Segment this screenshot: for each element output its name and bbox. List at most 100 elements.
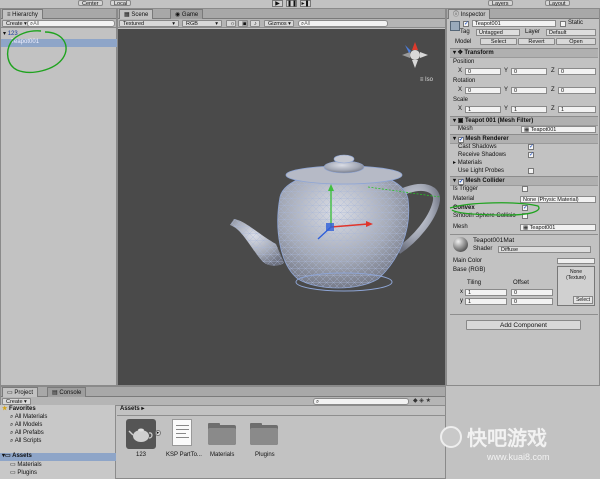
mesh-filter-icon: ▣ bbox=[457, 118, 466, 124]
game-icon: ◉ bbox=[175, 12, 182, 18]
render-mode-dropdown[interactable]: Textured ▾ bbox=[119, 20, 179, 27]
layout-dropdown[interactable]: Layout bbox=[545, 0, 570, 7]
offset-x-field[interactable]: 0 bbox=[511, 289, 553, 296]
mesh-renderer-header[interactable]: ▾ ✓ Mesh Renderer bbox=[450, 134, 598, 144]
tab-console[interactable]: ▤ Console bbox=[47, 387, 87, 397]
material-preview-sphere bbox=[453, 237, 468, 252]
receive-shadows-checkbox[interactable]: ✓ bbox=[528, 152, 534, 158]
scale-z-field[interactable]: 1 bbox=[558, 106, 596, 113]
position-label: Position bbox=[453, 59, 475, 65]
tiling-y-field[interactable]: 1 bbox=[465, 298, 507, 305]
asset-doc-ksp[interactable] bbox=[172, 419, 192, 446]
is-trigger-checkbox[interactable] bbox=[522, 186, 528, 192]
tab-inspector[interactable]: ⓘ Inspector bbox=[448, 9, 491, 19]
offset-y-field[interactable]: 0 bbox=[511, 298, 553, 305]
position-x-label: X bbox=[458, 68, 463, 74]
model-revert-button[interactable]: Revert bbox=[518, 38, 555, 45]
scene-search-input[interactable]: ⌕All bbox=[298, 20, 388, 27]
view-projection-label[interactable]: ≡ Iso bbox=[420, 77, 433, 84]
annotation-circle bbox=[6, 30, 67, 74]
scale-y-field[interactable]: 1 bbox=[511, 106, 547, 113]
asset-expand-button[interactable]: ▸ bbox=[155, 430, 161, 436]
tiling-x-field[interactable]: 1 bbox=[465, 289, 507, 296]
add-component-button[interactable]: Add Component bbox=[466, 320, 581, 330]
filter-icons[interactable]: ◆ ◈ ★ bbox=[413, 398, 431, 405]
layers-dropdown[interactable]: Layers bbox=[488, 0, 513, 7]
project-create-button[interactable]: Create ▾ bbox=[2, 398, 31, 405]
gameobject-active-checkbox[interactable]: ✓ bbox=[463, 21, 469, 27]
play-button[interactable]: ▶ bbox=[272, 0, 283, 7]
rotation-label: Rotation bbox=[453, 78, 476, 84]
pivot-local-button[interactable]: Local bbox=[110, 0, 132, 7]
tree-item-materials[interactable]: ▭ Materials bbox=[10, 462, 42, 469]
static-checkbox[interactable] bbox=[560, 21, 566, 27]
hierarchy-search-input[interactable]: ⌕All bbox=[27, 20, 115, 27]
cast-shadows-checkbox[interactable]: ✓ bbox=[528, 144, 534, 150]
object-name-field[interactable]: Teapot001 bbox=[472, 20, 556, 27]
play-icon: ▶ bbox=[275, 1, 280, 7]
position-x-field[interactable]: 0 bbox=[465, 68, 501, 75]
audio-toggle[interactable]: ♪ bbox=[250, 20, 260, 27]
tree-item-plugins[interactable]: ▭ Plugins bbox=[10, 470, 37, 477]
gizmos-dropdown[interactable]: Gizmos ▾ bbox=[264, 20, 294, 27]
project-search-input[interactable]: ⌕ bbox=[313, 398, 409, 405]
favorite-all-models[interactable]: ⌕ All Models bbox=[10, 422, 42, 429]
mesh-collider-enabled-checkbox[interactable]: ✓ bbox=[457, 179, 464, 185]
position-y-field[interactable]: 0 bbox=[511, 68, 547, 75]
model-select-button[interactable]: Select bbox=[480, 38, 517, 45]
favorites-header[interactable]: ★ Favorites bbox=[2, 406, 36, 413]
mesh-filter-header[interactable]: ▾ ▣ Teapot 001 (Mesh Filter) bbox=[450, 116, 598, 126]
favorite-all-prefabs[interactable]: ⌕ All Prefabs bbox=[10, 430, 44, 437]
position-z-field[interactable]: 0 bbox=[558, 68, 596, 75]
pause-button[interactable]: ❚❚ bbox=[286, 0, 297, 7]
mesh-renderer-enabled-checkbox[interactable]: ✓ bbox=[457, 137, 464, 143]
offset-header: Offset bbox=[513, 280, 529, 286]
add-component-divider bbox=[450, 314, 598, 315]
lighting-toggle[interactable]: ☼ bbox=[226, 20, 236, 27]
mesh-filter-mesh-field[interactable]: ▦ Teapot001 bbox=[521, 126, 596, 133]
collider-mesh-field[interactable]: ▦ Teapot001 bbox=[520, 224, 596, 231]
rotation-y-field[interactable]: 0 bbox=[511, 87, 547, 94]
favorite-all-materials[interactable]: ⌕ All Materials bbox=[10, 414, 47, 421]
tree-item-assets[interactable]: ▾▭ Assets bbox=[0, 453, 116, 461]
asset-model-123[interactable] bbox=[126, 419, 156, 449]
color-mode-dropdown[interactable]: RGB ▾ bbox=[182, 20, 222, 27]
tab-scene[interactable]: ▦ Scene bbox=[119, 9, 154, 19]
shader-dropdown[interactable]: Diffuse bbox=[498, 246, 591, 253]
asset-label-ksp: KSP PartTo... bbox=[166, 452, 202, 458]
mesh-collider-header[interactable]: ▾ ✓ Mesh Collider bbox=[450, 176, 598, 186]
scale-label: Scale bbox=[453, 97, 469, 103]
rotation-x-field[interactable]: 0 bbox=[465, 87, 501, 94]
layer-dropdown[interactable]: Default bbox=[546, 29, 596, 36]
pivot-center-button[interactable]: Center bbox=[78, 0, 103, 7]
materials-foldout[interactable]: ▸ Materials bbox=[453, 160, 482, 167]
step-button[interactable]: ▸❚ bbox=[300, 0, 311, 7]
asset-folder-plugins[interactable] bbox=[250, 423, 278, 445]
pause-icon: ❚❚ bbox=[287, 1, 298, 7]
tab-project[interactable]: ▭ Project bbox=[2, 387, 39, 397]
main-color-swatch[interactable] bbox=[557, 258, 595, 264]
material-settings-icon[interactable] bbox=[590, 233, 594, 237]
base-rgb-label: Base (RGB) bbox=[453, 267, 486, 273]
tab-hierarchy[interactable]: ≡ Hierarchy bbox=[2, 9, 43, 19]
texture-select-button[interactable]: Select bbox=[573, 296, 593, 304]
mesh-icon: ▦ bbox=[524, 127, 531, 133]
tag-dropdown[interactable]: Untagged bbox=[476, 29, 520, 36]
texture-slot[interactable]: None (Texture) Select bbox=[557, 266, 595, 306]
model-open-button[interactable]: Open bbox=[556, 38, 596, 45]
transform-header[interactable]: ▾ ✥ Transform bbox=[450, 48, 598, 58]
scene-viewport[interactable]: ≡ Iso bbox=[118, 29, 445, 385]
folder-icon bbox=[208, 428, 236, 445]
use-light-probes-checkbox[interactable] bbox=[528, 168, 534, 174]
rotation-z-field[interactable]: 0 bbox=[558, 87, 596, 94]
speaker-icon: ♪ bbox=[254, 21, 257, 27]
effects-toggle[interactable]: ▣ bbox=[238, 20, 248, 27]
scale-x-field[interactable]: 1 bbox=[465, 106, 501, 113]
sun-icon: ☼ bbox=[230, 21, 236, 27]
favorite-all-scripts[interactable]: ⌕ All Scripts bbox=[10, 438, 41, 445]
teapot-model[interactable] bbox=[218, 139, 448, 319]
tab-game[interactable]: ◉ Game bbox=[170, 9, 204, 19]
asset-folder-materials[interactable] bbox=[208, 423, 236, 445]
assets-breadcrumb[interactable]: Assets ▸ bbox=[120, 406, 144, 413]
scale-z-label: Z bbox=[551, 106, 555, 112]
